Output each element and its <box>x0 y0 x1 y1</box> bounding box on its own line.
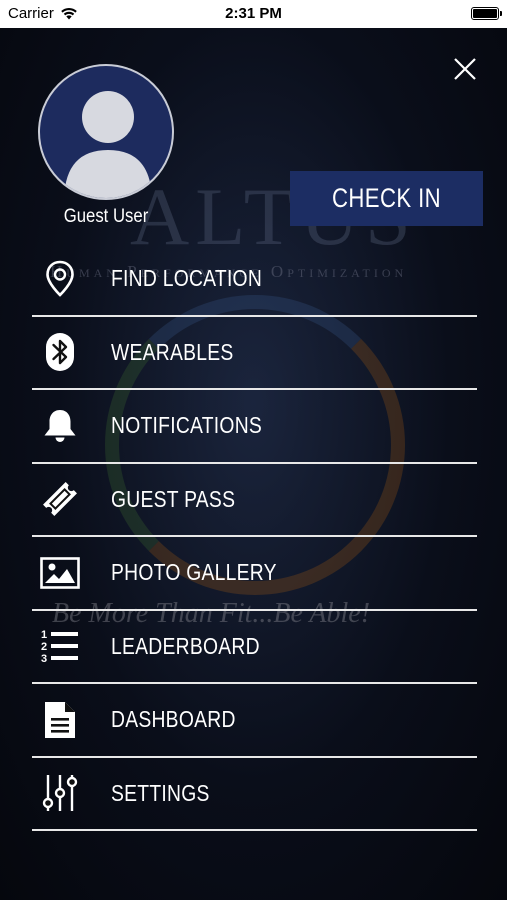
menu-item-guest-pass[interactable]: GUEST PASS <box>32 464 477 537</box>
side-menu: FIND LOCATION WEARABLES NOTIFICATIONS GU… <box>32 243 477 831</box>
sliders-icon <box>40 773 80 813</box>
menu-item-notifications[interactable]: NOTIFICATIONS <box>32 390 477 464</box>
menu-item-label: SETTINGS <box>111 779 210 806</box>
menu-item-label: WEARABLES <box>111 338 234 365</box>
menu-item-label: FIND LOCATION <box>111 265 263 292</box>
battery-icon <box>471 7 502 20</box>
menu-item-dashboard[interactable]: DASHBOARD <box>32 684 477 758</box>
avatar[interactable] <box>38 64 174 200</box>
profile-name: Guest User <box>63 206 149 227</box>
bluetooth-icon <box>40 332 80 372</box>
svg-text:1: 1 <box>41 629 47 641</box>
side-menu-screen: Carrier 2:31 PM ALTUS Human Performance … <box>0 0 507 900</box>
check-in-button[interactable]: CHECK IN <box>290 171 483 226</box>
status-time: 2:31 PM <box>225 5 282 22</box>
bell-icon <box>40 406 80 446</box>
menu-item-photo-gallery[interactable]: PHOTO GALLERY <box>32 537 477 611</box>
menu-item-label: NOTIFICATIONS <box>111 412 263 439</box>
menu-item-label: PHOTO GALLERY <box>111 559 277 586</box>
menu-item-label: DASHBOARD <box>111 706 236 733</box>
menu-item-settings[interactable]: SETTINGS <box>32 758 477 831</box>
menu-item-label: LEADERBOARD <box>111 632 260 659</box>
close-button[interactable] <box>452 56 478 82</box>
document-icon <box>40 700 80 740</box>
status-bar: Carrier 2:31 PM <box>0 0 507 28</box>
battery-level <box>473 9 497 18</box>
user-silhouette-icon <box>64 91 152 198</box>
check-in-label: CHECK IN <box>331 183 442 213</box>
map-pin-icon <box>40 259 80 299</box>
ranked-list-icon: 1 2 3 <box>40 626 80 666</box>
svg-text:2: 2 <box>41 641 47 653</box>
close-icon <box>454 58 476 80</box>
menu-item-find-location[interactable]: FIND LOCATION <box>32 243 477 317</box>
ticket-icon <box>40 479 80 519</box>
menu-item-leaderboard[interactable]: 1 2 3 LEADERBOARD <box>32 611 477 684</box>
svg-text:3: 3 <box>41 653 47 665</box>
menu-item-wearables[interactable]: WEARABLES <box>32 317 477 390</box>
image-icon <box>40 553 80 593</box>
menu-item-label: GUEST PASS <box>111 485 236 512</box>
